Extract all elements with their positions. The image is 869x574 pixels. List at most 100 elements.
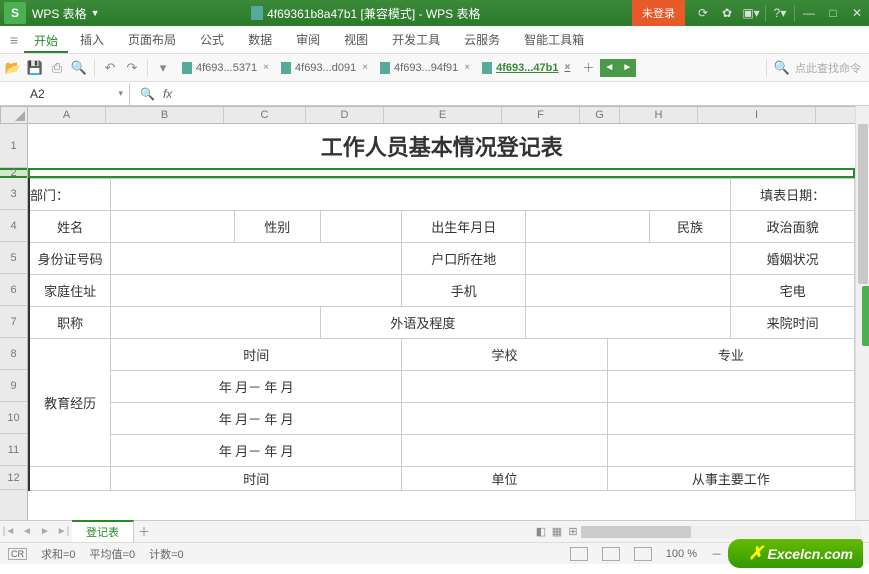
watermark: ✗ Excelcn.com — [728, 539, 863, 568]
col-header-B[interactable]: B — [106, 107, 224, 123]
format-painter-icon[interactable]: ▾ — [154, 59, 172, 77]
cr-icon: CR — [8, 548, 27, 560]
help-icon[interactable]: ?▾ — [768, 0, 792, 26]
scroll-thumb[interactable] — [581, 526, 691, 538]
name-box[interactable]: A2 — [0, 83, 130, 105]
redo-icon[interactable]: ↷ — [123, 59, 141, 77]
minimize-button[interactable]: — — [797, 0, 821, 26]
hamburger-icon[interactable]: ≡ — [4, 32, 24, 48]
login-button[interactable]: 未登录 — [632, 0, 685, 26]
view-normal-icon[interactable] — [570, 547, 588, 561]
col-header-G[interactable]: G — [580, 107, 620, 123]
menu-bar: ≡ 开始 插入 页面布局 公式 数据 审阅 视图 开发工具 云服务 智能工具箱 — [0, 26, 869, 54]
view-icon-2[interactable]: ▦ — [549, 525, 565, 538]
col-header-F[interactable]: F — [502, 107, 580, 123]
menu-smart-toolbox[interactable]: 智能工具箱 — [512, 26, 596, 54]
col-header-D[interactable]: D — [306, 107, 384, 123]
close-icon[interactable]: × — [564, 62, 570, 73]
cells-grid[interactable]: 工作人员基本情况登记表部门：填表日期：姓名性别出生年月日民族政治面貌身份证号码户… — [28, 124, 855, 520]
row-header-10[interactable]: 10 — [0, 402, 27, 434]
menu-insert[interactable]: 插入 — [68, 26, 116, 54]
print-icon[interactable]: ⎙ — [48, 59, 66, 77]
zoom-out-button[interactable]: － — [711, 546, 722, 562]
col-header-H[interactable]: H — [620, 107, 698, 123]
sheet-next-icon[interactable]: ► — [36, 526, 54, 537]
doc-tab-1[interactable]: 4f693...5371× — [176, 57, 275, 79]
print-preview-icon[interactable]: 🔍 — [70, 59, 88, 77]
doc-tab-3[interactable]: 4f693...94f91× — [374, 57, 476, 79]
zoom-level[interactable]: 100 % — [666, 548, 697, 560]
search-hint[interactable]: 点此查找命令 — [795, 60, 861, 76]
row-header-4[interactable]: 4 — [0, 210, 27, 242]
close-icon[interactable]: × — [464, 62, 470, 73]
row-header-7[interactable]: 7 — [0, 306, 27, 338]
doc-icon — [482, 62, 492, 74]
row-header-11[interactable]: 11 — [0, 434, 27, 466]
sheet-last-icon[interactable]: ►| — [54, 526, 72, 537]
menu-data[interactable]: 数据 — [236, 26, 284, 54]
row-header-12[interactable]: 12 — [0, 466, 27, 490]
row-header-2[interactable]: 2 — [0, 168, 27, 178]
row-header-9[interactable]: 9 — [0, 370, 27, 402]
sheet-first-icon[interactable]: |◄ — [0, 526, 18, 537]
undo-icon[interactable]: ↶ — [101, 59, 119, 77]
row-header-6[interactable]: 6 — [0, 274, 27, 306]
save-icon[interactable]: 💾 — [26, 59, 44, 77]
col-header-I[interactable]: I — [698, 107, 816, 123]
menu-review[interactable]: 审阅 — [284, 26, 332, 54]
menu-home[interactable]: 开始 — [24, 27, 68, 53]
menu-page-layout[interactable]: 页面布局 — [116, 26, 188, 54]
title-bar: S WPS 表格 ▼ 4f69361b8a47b1 [兼容模式] - WPS 表… — [0, 0, 869, 26]
new-tab-button[interactable]: ＋ — [582, 59, 594, 76]
doc-tab-2[interactable]: 4f693...d091× — [275, 57, 374, 79]
view-break-icon[interactable] — [634, 547, 652, 561]
sheet-tab-active[interactable]: 登记表 — [72, 520, 134, 542]
menu-view[interactable]: 视图 — [332, 26, 380, 54]
view-icon-3[interactable]: ⊞ — [565, 525, 581, 538]
app-menu-dropdown[interactable]: ▼ — [91, 8, 100, 18]
spreadsheet-area: ABCDEFGHI 123456789101112 工作人员基本情况登记表部门：… — [0, 106, 869, 520]
scroll-thumb[interactable] — [858, 124, 868, 284]
menu-dev-tools[interactable]: 开发工具 — [380, 26, 452, 54]
sheet-prev-icon[interactable]: ◄ — [18, 526, 36, 537]
close-button[interactable]: ✕ — [845, 0, 869, 26]
tab-next-button[interactable]: ► — [618, 59, 636, 77]
doc-tab-4[interactable]: 4f693...47b1× — [476, 57, 576, 79]
col-header-A[interactable]: A — [28, 107, 106, 123]
skin-icon[interactable]: ▣▾ — [739, 0, 763, 26]
document-title: 4f69361b8a47b1 [兼容模式] - WPS 表格 — [267, 5, 480, 22]
fx-label[interactable]: fx — [163, 87, 172, 101]
col-header-C[interactable]: C — [224, 107, 306, 123]
close-icon[interactable]: × — [362, 62, 368, 73]
document-tabs: 4f693...5371× 4f693...d091× 4f693...94f9… — [176, 57, 636, 79]
maximize-button[interactable]: □ — [821, 0, 845, 26]
status-avg: 平均值=0 — [90, 546, 136, 562]
select-all-cell[interactable] — [0, 106, 28, 124]
vertical-scrollbar[interactable] — [855, 106, 869, 520]
horizontal-scrollbar[interactable] — [581, 526, 861, 538]
view-icon-1[interactable]: ◧ — [533, 525, 549, 538]
row-header-8[interactable]: 8 — [0, 338, 27, 370]
menu-formula[interactable]: 公式 — [188, 26, 236, 54]
row-header-1[interactable]: 1 — [0, 124, 27, 168]
add-sheet-button[interactable]: ＋ — [134, 523, 154, 540]
sync-icon[interactable]: ⟳ — [691, 0, 715, 26]
row-header-3[interactable]: 3 — [0, 178, 27, 210]
status-sum: 求和=0 — [41, 546, 76, 562]
menu-cloud[interactable]: 云服务 — [452, 26, 512, 54]
doc-icon — [281, 62, 291, 74]
search-icon[interactable]: 🔍 — [773, 59, 791, 77]
side-panel-handle[interactable] — [862, 286, 869, 346]
search-fx-icon[interactable]: 🔍 — [140, 87, 155, 101]
col-header-E[interactable]: E — [384, 107, 502, 123]
settings-icon[interactable]: ✿ — [715, 0, 739, 26]
quick-access-bar: 📂 💾 ⎙ 🔍 ↶ ↷ ▾ 4f693...5371× 4f693...d091… — [0, 54, 869, 82]
doc-icon — [380, 62, 390, 74]
close-icon[interactable]: × — [263, 62, 269, 73]
open-icon[interactable]: 📂 — [4, 59, 22, 77]
tab-prev-button[interactable]: ◄ — [600, 59, 618, 77]
column-headers: ABCDEFGHI — [28, 106, 855, 124]
row-header-5[interactable]: 5 — [0, 242, 27, 274]
formula-bar: A2 🔍 fx — [0, 82, 869, 106]
view-page-icon[interactable] — [602, 547, 620, 561]
